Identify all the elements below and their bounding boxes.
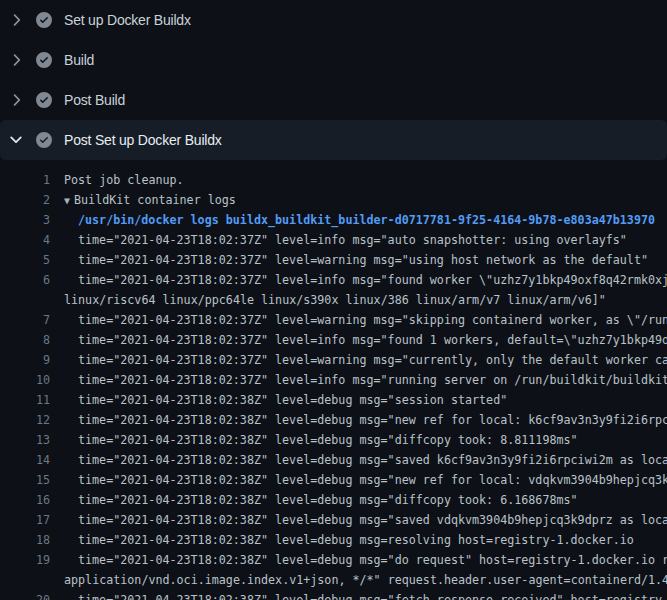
log-line-number[interactable]: 17	[0, 510, 50, 530]
step-row[interactable]: Set up Docker Buildx	[0, 0, 667, 40]
step-label: Post Build	[64, 92, 125, 108]
log-line-text: time="2021-04-23T18:02:38Z" level=debug …	[78, 590, 667, 600]
log-line-text: time="2021-04-23T18:02:38Z" level=debug …	[78, 490, 578, 510]
log-line-number[interactable]: 19	[0, 550, 50, 570]
log-line-text: time="2021-04-23T18:02:37Z" level=warnin…	[78, 350, 667, 370]
log-line-text: time="2021-04-23T18:02:38Z" level=debug …	[78, 410, 667, 430]
step-label: Build	[64, 52, 94, 68]
log-line: 20 time="2021-04-23T18:02:38Z" level=debu…	[0, 590, 667, 600]
log-line: 17 time="2021-04-23T18:02:38Z" level=debu…	[0, 510, 667, 530]
log-line-text: application/vnd.oci.image.index.v1+json,…	[64, 570, 667, 590]
log-line-text: time="2021-04-23T18:02:38Z" level=debug …	[78, 510, 667, 530]
log-line: 2 ▼BuildKit container logs	[0, 190, 667, 210]
log-line-text: time="2021-04-23T18:02:38Z" level=debug …	[78, 470, 667, 490]
log-group-label[interactable]: ▼BuildKit container logs	[64, 190, 236, 210]
log-line-number[interactable]: 9	[0, 350, 50, 370]
log-line: 14 time="2021-04-23T18:02:38Z" level=debu…	[0, 450, 667, 470]
check-circle-icon	[36, 92, 52, 108]
log-line-number[interactable]: 1	[0, 170, 50, 190]
log-line-number	[0, 570, 50, 590]
log-line-text: time="2021-04-23T18:02:38Z" level=debug …	[78, 390, 507, 410]
log-line-number	[0, 290, 50, 310]
log-line-number[interactable]: 15	[0, 470, 50, 490]
log-line: 12 time="2021-04-23T18:02:38Z" level=debu…	[0, 410, 667, 430]
chevron-right-icon[interactable]	[7, 91, 25, 109]
log-line-text: time="2021-04-23T18:02:38Z" level=debug …	[78, 430, 578, 450]
log-line-number[interactable]: 13	[0, 430, 50, 450]
log-line-number[interactable]: 18	[0, 530, 50, 550]
log-line-number[interactable]: 3	[0, 210, 50, 230]
chevron-down-icon[interactable]	[7, 131, 25, 149]
workflow-log-panel: Set up Docker Buildx Build Post Build Post …	[0, 0, 667, 600]
check-circle-icon	[36, 12, 52, 28]
log-line-number[interactable]: 16	[0, 490, 50, 510]
log-line: 11 time="2021-04-23T18:02:38Z" level=debu…	[0, 390, 667, 410]
log-line-number[interactable]: 12	[0, 410, 50, 430]
log-line-text: time="2021-04-23T18:02:37Z" level=warnin…	[78, 310, 667, 330]
log-line: 1 Post job cleanup.	[0, 170, 667, 190]
log-line-text: time="2021-04-23T18:02:38Z" level=debug …	[78, 530, 634, 550]
check-circle-icon	[36, 132, 52, 148]
log-line: 16 time="2021-04-23T18:02:38Z" level=debu…	[0, 490, 667, 510]
log-line-number[interactable]: 8	[0, 330, 50, 350]
log-line: linux/riscv64 linux/ppc64le linux/s390x …	[0, 290, 667, 310]
log-line: 10 time="2021-04-23T18:02:37Z" level=info…	[0, 370, 667, 390]
log-line-number[interactable]: 5	[0, 250, 50, 270]
log-line: 7 time="2021-04-23T18:02:37Z" level=warni…	[0, 310, 667, 330]
log-line: application/vnd.oci.image.index.v1+json,…	[0, 570, 667, 590]
step-row[interactable]: Build	[0, 40, 667, 80]
triangle-down-icon[interactable]: ▼	[64, 195, 70, 206]
steps-list: Set up Docker Buildx Build Post Build Post …	[0, 0, 667, 160]
log-line: 15 time="2021-04-23T18:02:38Z" level=debu…	[0, 470, 667, 490]
log-line-number[interactable]: 20	[0, 590, 50, 600]
step-row[interactable]: Post Build	[0, 80, 667, 120]
log-line-number[interactable]: 11	[0, 390, 50, 410]
log-area: 1 Post job cleanup. 2 ▼BuildKit container l…	[0, 160, 667, 600]
log-line: 3/usr/bin/docker logs buildx_buildkit_bu…	[0, 210, 667, 230]
log-command-text: /usr/bin/docker logs buildx_buildkit_bui…	[78, 210, 655, 230]
log-line-text: time="2021-04-23T18:02:37Z" level=info m…	[78, 370, 667, 390]
log-line-number[interactable]: 7	[0, 310, 50, 330]
log-line-text: Post job cleanup.	[64, 170, 184, 190]
log-line: 13 time="2021-04-23T18:02:38Z" level=debu…	[0, 430, 667, 450]
log-line-text: time="2021-04-23T18:02:37Z" level=warnin…	[78, 250, 648, 270]
log-line-number[interactable]: 6	[0, 270, 50, 290]
chevron-right-icon[interactable]	[7, 51, 25, 69]
log-line-text: time="2021-04-23T18:02:37Z" level=info m…	[78, 330, 667, 350]
log-line: 6 time="2021-04-23T18:02:37Z" level=info …	[0, 270, 667, 290]
log-line-number[interactable]: 2	[0, 190, 50, 210]
log-line: 4 time="2021-04-23T18:02:37Z" level=info …	[0, 230, 667, 250]
log-line: 18 time="2021-04-23T18:02:38Z" level=debu…	[0, 530, 667, 550]
log-line: 8 time="2021-04-23T18:02:37Z" level=info …	[0, 330, 667, 350]
log-line-number[interactable]: 4	[0, 230, 50, 250]
step-label: Set up Docker Buildx	[64, 12, 191, 28]
step-row[interactable]: Post Set up Docker Buildx	[0, 120, 667, 160]
log-line-number[interactable]: 14	[0, 450, 50, 470]
log-line: 9 time="2021-04-23T18:02:37Z" level=warni…	[0, 350, 667, 370]
log-line: 19 time="2021-04-23T18:02:38Z" level=debu…	[0, 550, 667, 570]
log-line-text: time="2021-04-23T18:02:37Z" level=info m…	[78, 230, 627, 250]
step-label: Post Set up Docker Buildx	[64, 132, 222, 148]
chevron-right-icon[interactable]	[7, 11, 25, 29]
log-line: 5 time="2021-04-23T18:02:37Z" level=warni…	[0, 250, 667, 270]
log-line-text: time="2021-04-23T18:02:38Z" level=debug …	[78, 450, 667, 470]
log-line-text: linux/riscv64 linux/ppc64le linux/s390x …	[64, 290, 606, 310]
log-line-text: time="2021-04-23T18:02:38Z" level=debug …	[78, 550, 667, 570]
check-circle-icon	[36, 52, 52, 68]
log-line-number[interactable]: 10	[0, 370, 50, 390]
log-line-text: time="2021-04-23T18:02:37Z" level=info m…	[78, 270, 667, 290]
